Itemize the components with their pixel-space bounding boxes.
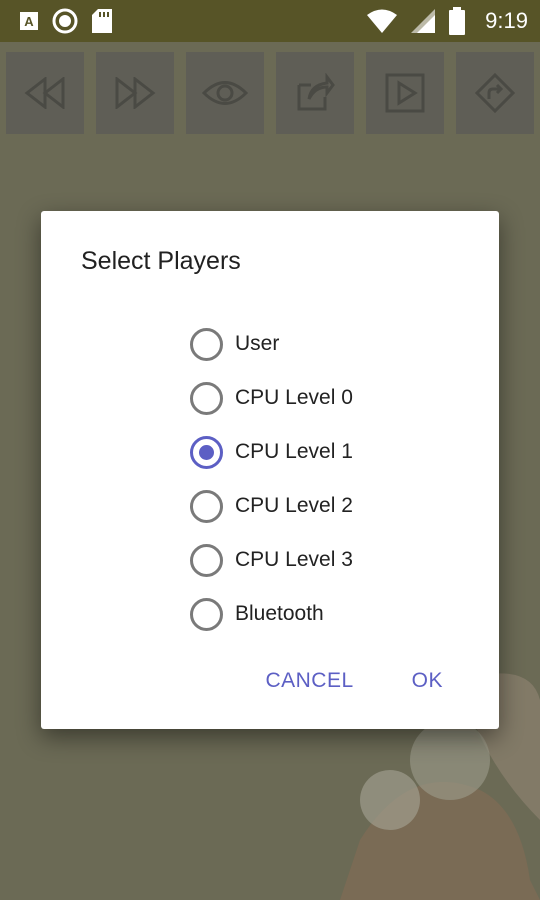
dialog-title: Select Players [81,247,241,275]
option-label: User [235,332,280,355]
option-user[interactable]: User [190,317,353,371]
radio-button[interactable] [190,597,223,631]
option-cpu-level-1[interactable]: CPU Level 1 [190,425,353,479]
status-time: 9:19 [485,8,528,33]
radio-button[interactable] [190,543,223,577]
option-cpu-level-0[interactable]: CPU Level 0 [190,371,353,425]
dialog-actions: CANCEL OK [265,669,443,693]
option-label: Bluetooth [235,602,324,625]
wifi-icon [367,9,398,33]
option-label: CPU Level 1 [235,440,353,463]
player-options: User CPU Level 0 CPU Level 1 CPU Level 2… [190,317,353,641]
option-label: CPU Level 0 [235,386,353,409]
signal-icon [411,9,436,33]
option-bluetooth[interactable]: Bluetooth [190,587,353,641]
option-label: CPU Level 2 [235,494,353,517]
cancel-button[interactable]: CANCEL [265,669,353,693]
radio-button-checked[interactable] [190,435,223,469]
status-bar: A 9:19 [0,0,540,42]
radio-button[interactable] [190,327,223,361]
radio-button[interactable] [190,489,223,523]
keyboard-a-icon: A [20,12,38,30]
sd-card-icon [92,9,112,33]
option-cpu-level-2[interactable]: CPU Level 2 [190,479,353,533]
select-players-dialog: Select Players User CPU Level 0 CPU Leve… [41,211,499,729]
option-cpu-level-3[interactable]: CPU Level 3 [190,533,353,587]
status-right-icons: 9:19 [367,7,528,35]
circle-record-icon [52,8,78,34]
svg-text:A: A [24,14,34,29]
battery-icon [449,7,466,35]
ok-button[interactable]: OK [412,669,443,693]
radio-button[interactable] [190,381,223,415]
option-label: CPU Level 3 [235,548,353,571]
status-left-icons: A [20,8,112,34]
